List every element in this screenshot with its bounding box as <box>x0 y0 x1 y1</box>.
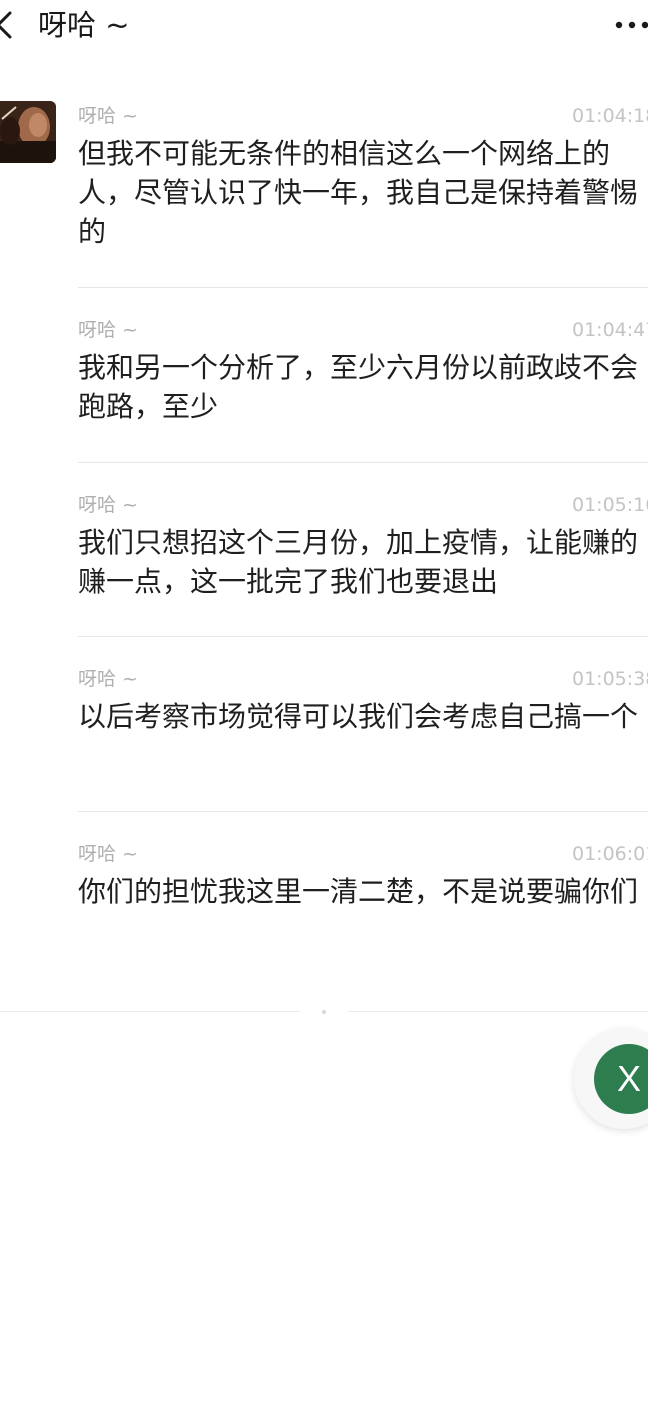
avatar-photo-icon <box>0 101 56 163</box>
sender-name: 呀哈 ~ <box>78 319 138 341</box>
chevron-left-icon[interactable] <box>0 10 18 40</box>
divider <box>78 636 648 637</box>
sender-name: 呀哈 ~ <box>78 105 138 127</box>
avatar[interactable] <box>0 101 56 163</box>
divider <box>78 462 648 463</box>
sender-name: 呀哈 ~ <box>78 843 138 865</box>
end-divider-right <box>348 1011 648 1012</box>
chat-history-screen: 呀哈 ~ 呀哈 ~ 01:04:18 但我不可能无条件的相信这么一个网络上的人，… <box>0 0 648 1404</box>
page-title: 呀哈 ~ <box>38 8 130 42</box>
top-bar: 呀哈 ~ <box>0 0 648 56</box>
end-divider-left <box>0 1011 300 1012</box>
floating-close-button[interactable]: X <box>594 1044 648 1114</box>
message-time: 01:05:16 <box>572 494 648 516</box>
message-text: 你们的担忧我这里一清二楚，不是说要骗你们 <box>78 875 639 908</box>
sender-name: 呀哈 ~ <box>78 494 138 516</box>
end-dot <box>322 1010 326 1014</box>
message-time: 01:04:47 <box>572 319 648 341</box>
message-text: 我和另一个分析了，至少六月份以前政歧不会跑路，至少 <box>78 351 639 423</box>
floating-button-container: X <box>574 1029 648 1129</box>
divider <box>78 811 648 812</box>
divider <box>78 287 648 288</box>
more-dots-icon[interactable] <box>614 14 648 36</box>
sender-name: 呀哈 ~ <box>78 668 138 690</box>
message-time: 01:06:01 <box>572 843 648 865</box>
message-time: 01:04:18 <box>572 105 648 127</box>
message-text: 以后考察市场觉得可以我们会考虑自己搞一个 <box>78 700 639 733</box>
message-text: 但我不可能无条件的相信这么一个网络上的人，尽管认识了快一年，我自己是保持着警惕的 <box>78 137 639 248</box>
message-time: 01:05:38 <box>572 668 648 690</box>
message-text: 我们只想招这个三月份，加上疫情，让能赚的赚一点，这一批完了我们也要退出 <box>78 526 639 598</box>
